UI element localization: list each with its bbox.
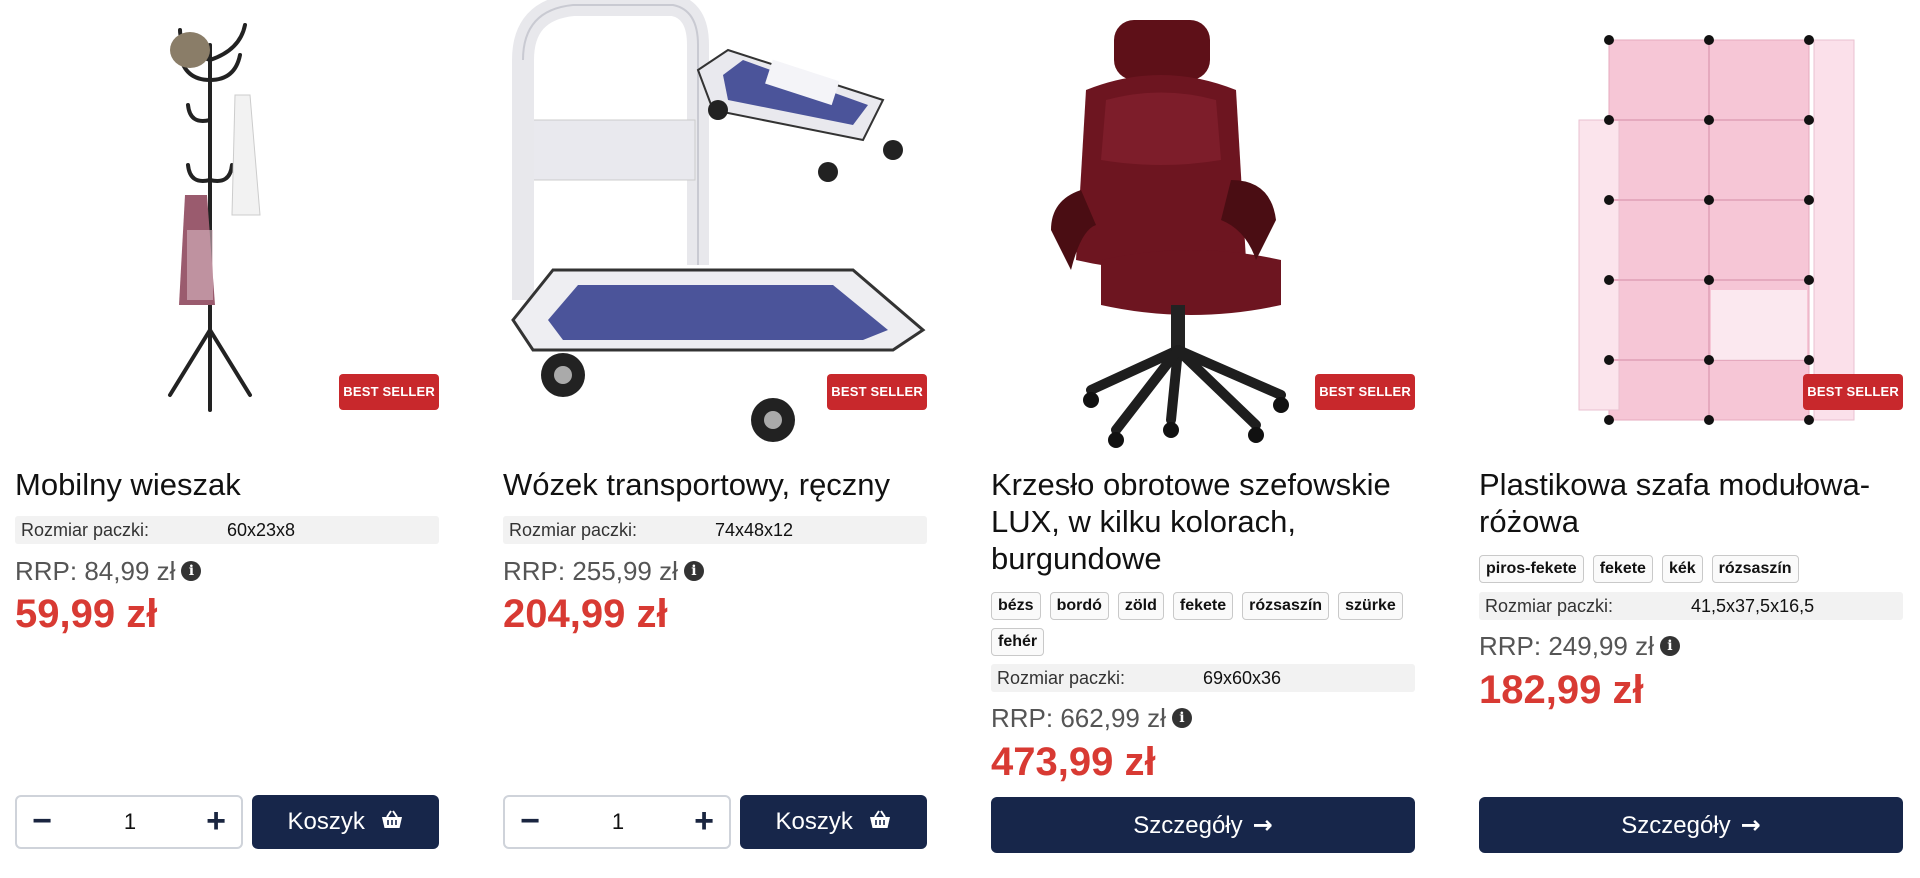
product-title[interactable]: Wózek transportowy, ręczny xyxy=(503,466,927,503)
package-size-label: Rozmiar paczki: xyxy=(1485,596,1614,616)
product-title[interactable]: Krzesło obrotowe szefowskie LUX, w kilku… xyxy=(991,466,1415,577)
info-icon[interactable]: i xyxy=(181,561,202,581)
product-title[interactable]: Plastikowa szafa modułowa- różowa xyxy=(1479,466,1903,540)
package-size-row: Rozmiar paczki: 41,5x37,5x16,5 xyxy=(1479,592,1903,620)
color-variant-tag[interactable]: fekete xyxy=(1592,555,1653,583)
color-variant-list: bézs bordó zöld fekete rózsaszín szürke … xyxy=(991,592,1415,656)
package-size-row: Rozmiar paczki: 60x23x8 xyxy=(15,516,439,544)
color-variant-tag[interactable]: rózsaszín xyxy=(1711,555,1799,583)
best-seller-badge: BEST SELLER xyxy=(1803,374,1903,410)
product-card: BEST SELLER Wózek transportowy, ręczny R… xyxy=(503,0,927,878)
package-size-value: 74x48x12 xyxy=(715,520,794,540)
sale-price: 473,99 zł xyxy=(991,740,1156,784)
rrp-price: RRP: 255,99 zł xyxy=(503,556,678,586)
rrp-row: RRP: 249,99 zł i xyxy=(1479,631,1680,661)
details-button[interactable]: Szczegóły → xyxy=(1479,797,1903,853)
rrp-row: RRP: 84,99 zł i xyxy=(15,556,202,586)
arrow-right-icon: → xyxy=(1252,811,1273,839)
best-seller-badge: BEST SELLER xyxy=(1315,374,1415,410)
color-variant-tag[interactable]: bordó xyxy=(1049,592,1109,620)
add-to-cart-button[interactable]: Koszyk xyxy=(252,795,439,849)
rrp-price: RRP: 249,99 zł xyxy=(1479,631,1654,661)
details-button-label: Szczegóły xyxy=(1133,812,1243,839)
rrp-price: RRP: 662,99 zł xyxy=(991,703,1166,733)
product-image[interactable]: BEST SELLER xyxy=(1479,0,1903,455)
product-title[interactable]: Mobilny wieszak xyxy=(15,466,439,503)
color-variant-tag[interactable]: bézs xyxy=(991,592,1041,620)
rrp-row: RRP: 662,99 zł i xyxy=(991,703,1192,733)
color-variant-tag[interactable]: zöld xyxy=(1117,592,1164,620)
package-size-value: 41,5x37,5x16,5 xyxy=(1691,596,1815,616)
package-size-value: 69x60x36 xyxy=(1203,668,1282,688)
color-variant-list: piros-fekete fekete kék rózsaszín xyxy=(1479,555,1903,583)
color-variant-tag[interactable]: rózsaszín xyxy=(1242,592,1330,620)
minus-icon[interactable]: − xyxy=(17,797,67,847)
sale-price: 182,99 zł xyxy=(1479,668,1644,712)
sale-price: 204,99 zł xyxy=(503,592,668,636)
arrow-right-icon: → xyxy=(1740,811,1761,839)
add-to-cart-button[interactable]: Koszyk xyxy=(740,795,927,849)
basket-icon xyxy=(868,796,892,850)
package-size-row: Rozmiar paczki: 74x48x12 xyxy=(503,516,927,544)
quantity-stepper: − 1 + xyxy=(15,795,243,849)
package-size-label: Rozmiar paczki: xyxy=(509,520,638,540)
package-size-label: Rozmiar paczki: xyxy=(21,520,150,540)
best-seller-badge: BEST SELLER xyxy=(339,374,439,410)
product-image[interactable]: BEST SELLER xyxy=(503,0,927,455)
rrp-price: RRP: 84,99 zł xyxy=(15,556,176,586)
cart-button-label: Koszyk xyxy=(287,808,365,835)
plus-icon[interactable]: + xyxy=(679,797,729,847)
info-icon[interactable]: i xyxy=(1659,636,1680,656)
minus-icon[interactable]: − xyxy=(505,797,555,847)
package-size-value: 60x23x8 xyxy=(227,520,296,540)
color-variant-tag[interactable]: kék xyxy=(1661,555,1703,583)
color-variant-tag[interactable]: fehér xyxy=(991,628,1045,656)
color-variant-tag[interactable]: fekete xyxy=(1172,592,1234,620)
info-icon[interactable]: i xyxy=(683,561,704,581)
details-button-label: Szczegóły xyxy=(1621,812,1731,839)
product-card: BEST SELLER Mobilny wieszak Rozmiar pacz… xyxy=(15,0,439,878)
color-variant-tag[interactable]: piros-fekete xyxy=(1479,555,1584,583)
quantity-stepper: − 1 + xyxy=(503,795,731,849)
rrp-row: RRP: 255,99 zł i xyxy=(503,556,704,586)
sale-price: 59,99 zł xyxy=(15,592,158,636)
package-size-row: Rozmiar paczki: 69x60x36 xyxy=(991,664,1415,692)
product-card: BEST SELLER Krzesło obrotowe szefowskie … xyxy=(991,0,1415,878)
product-grid: BEST SELLER Mobilny wieszak Rozmiar pacz… xyxy=(0,0,1920,878)
basket-icon xyxy=(380,796,404,850)
color-variant-tag[interactable]: szürke xyxy=(1338,592,1403,620)
best-seller-badge: BEST SELLER xyxy=(827,374,927,410)
info-icon[interactable]: i xyxy=(1171,708,1192,728)
details-button[interactable]: Szczegóły → xyxy=(991,797,1415,853)
product-image[interactable]: BEST SELLER xyxy=(991,0,1415,455)
quantity-value[interactable]: 1 xyxy=(565,797,671,847)
product-image[interactable]: BEST SELLER xyxy=(15,0,439,455)
product-card: BEST SELLER Plastikowa szafa modułowa- r… xyxy=(1479,0,1903,878)
cart-button-label: Koszyk xyxy=(775,808,853,835)
package-size-label: Rozmiar paczki: xyxy=(997,668,1126,688)
plus-icon[interactable]: + xyxy=(191,797,241,847)
quantity-value[interactable]: 1 xyxy=(77,797,183,847)
